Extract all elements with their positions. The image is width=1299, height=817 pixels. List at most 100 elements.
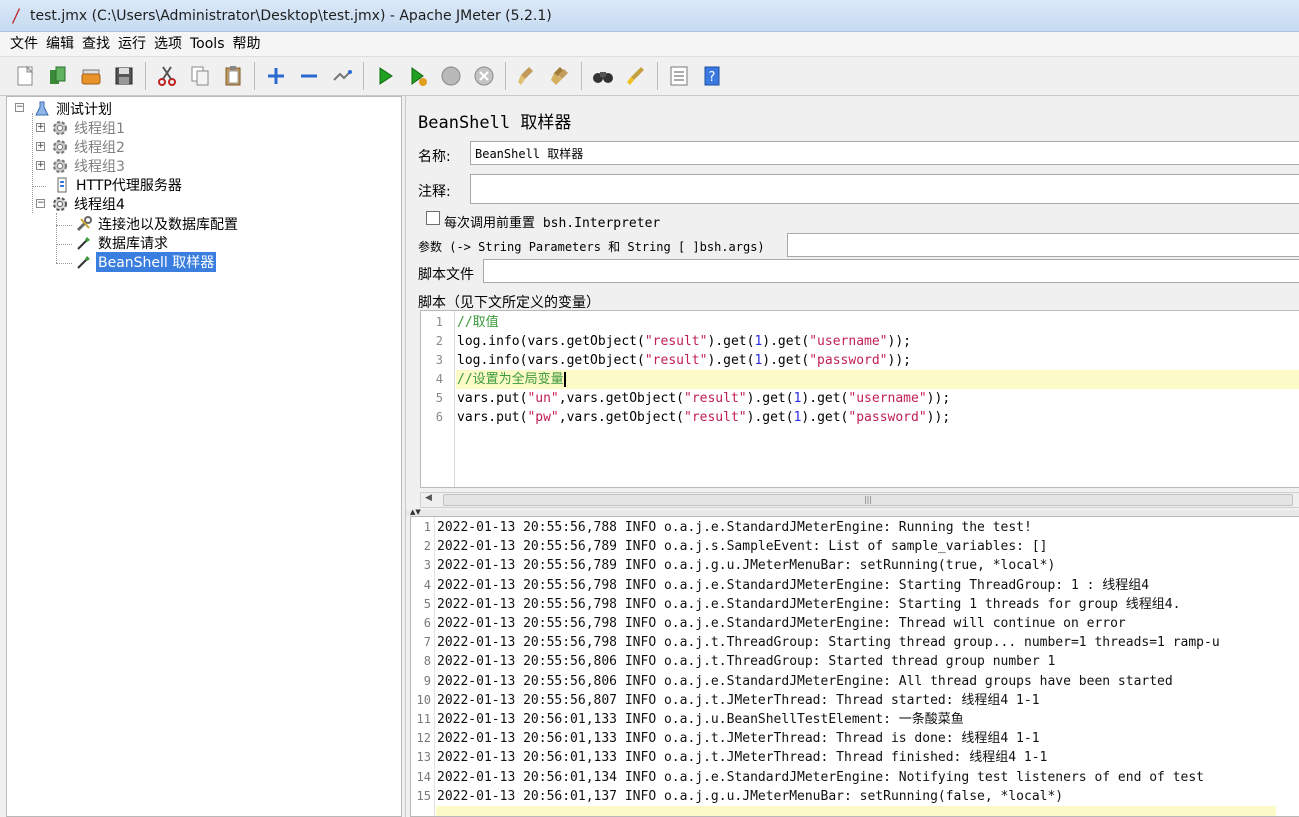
code-token: ,vars.getObject( <box>558 410 684 425</box>
menu-help[interactable]: 帮助 <box>229 32 265 56</box>
tree-node-root[interactable]: 测试计划 <box>33 99 114 118</box>
stop-icon[interactable] <box>436 60 466 92</box>
menu-run[interactable]: 运行 <box>114 32 150 56</box>
reset-search-icon[interactable] <box>621 60 651 92</box>
menu-tools[interactable]: Tools <box>186 32 229 56</box>
search-icon[interactable] <box>588 60 618 92</box>
parameters-field[interactable] <box>787 233 1299 257</box>
paste-icon[interactable] <box>218 60 248 92</box>
log-line[interactable]: 2022-01-13 20:56:01,134 INFO o.a.j.e.Sta… <box>437 768 1204 787</box>
tree-node-jdbc-request[interactable]: 数据库请求 <box>75 233 170 252</box>
code-token: ).get( <box>746 391 794 406</box>
log-line[interactable]: 2022-01-13 20:55:56,789 INFO o.a.j.g.u.J… <box>437 556 1055 575</box>
menu-options[interactable]: 选项 <box>150 32 186 56</box>
tree-node-thread-group-4[interactable]: 线程组4 <box>51 194 127 213</box>
log-line[interactable]: 2022-01-13 20:55:56,807 INFO o.a.j.t.JMe… <box>437 691 1040 710</box>
toggle-icon[interactable] <box>327 60 357 92</box>
scrollbar-thumb[interactable]: ||| <box>443 494 1293 506</box>
code-token: "password" <box>809 353 888 368</box>
code-line[interactable]: //设置为全局变量 <box>457 370 566 389</box>
log-viewer[interactable]: 1 2 3 4 5 6 7 8 9 10 11 12 13 14 15 2022-01-13 20:55:5… <box>410 516 1299 817</box>
toolbar-separator <box>254 62 255 90</box>
log-line-number: 8 <box>423 654 431 669</box>
gear-icon <box>53 196 67 211</box>
log-line[interactable]: 2022-01-13 20:55:56,806 INFO o.a.j.t.Thr… <box>437 652 1055 671</box>
test-plan-tree[interactable]: − 测试计划 + 线程组1 + 线程组2 + 线程组3 HTTP代理服务器 − <box>6 96 402 817</box>
name-field[interactable]: BeanShell 取样器 <box>470 141 1299 165</box>
code-line[interactable]: vars.put("un",vars.getObject("result").g… <box>457 389 950 408</box>
reset-interpreter-checkbox[interactable] <box>426 211 440 225</box>
log-line[interactable]: 2022-01-13 20:56:01,137 INFO o.a.j.g.u.J… <box>437 787 1063 806</box>
sampler-panel: BeanShell 取样器 名称: BeanShell 取样器 注释: 每次调用… <box>405 96 1299 817</box>
log-line[interactable]: 2022-01-13 20:56:01,133 INFO o.a.j.t.JMe… <box>437 729 1040 748</box>
tree-expander[interactable]: + <box>36 123 45 132</box>
script-file-field[interactable] <box>483 259 1299 283</box>
tree-line <box>32 113 33 213</box>
comment-field[interactable] <box>470 174 1299 204</box>
code-token: ).get( <box>801 410 849 425</box>
start-icon[interactable] <box>370 60 400 92</box>
tree-expander[interactable]: − <box>36 199 45 208</box>
code-token: ).get( <box>762 334 810 349</box>
pipette-icon <box>77 236 90 250</box>
tree-node-thread-group-3[interactable]: 线程组3 <box>51 156 127 175</box>
code-line[interactable]: //取值 <box>457 313 499 332</box>
scroll-left-icon[interactable]: ◀ <box>425 493 432 503</box>
menu-file[interactable]: 文件 <box>6 32 42 56</box>
log-line-number: 3 <box>423 558 431 573</box>
tree-node-beanshell-sampler[interactable]: BeanShell 取样器 <box>75 251 217 272</box>
code-line[interactable]: log.info(vars.getObject("result").get(1)… <box>457 332 911 351</box>
toolbar-separator <box>145 62 146 90</box>
clear-icon[interactable] <box>512 60 542 92</box>
code-line[interactable]: vars.put("pw",vars.getObject("result").g… <box>457 408 950 427</box>
code-token: ).get( <box>707 353 755 368</box>
cut-icon[interactable] <box>152 60 182 92</box>
toolbar-separator <box>363 62 364 90</box>
tree-expander[interactable]: + <box>36 161 45 170</box>
tree-node-http-proxy[interactable]: HTTP代理服务器 <box>53 175 184 194</box>
log-line[interactable]: 2022-01-13 20:55:56,789 INFO o.a.j.s.Sam… <box>437 537 1047 556</box>
line-number: 5 <box>435 391 443 405</box>
gear-icon <box>53 120 67 135</box>
log-line[interactable]: 2022-01-13 20:56:01,133 INFO o.a.j.u.Bea… <box>437 710 964 729</box>
tree-expander[interactable]: − <box>15 103 24 112</box>
collapse-icon[interactable] <box>294 60 324 92</box>
function-helper-icon[interactable] <box>664 60 694 92</box>
log-line[interactable]: 2022-01-13 20:55:56,788 INFO o.a.j.e.Sta… <box>437 518 1032 537</box>
log-line[interactable]: 2022-01-13 20:56:01,133 INFO o.a.j.t.JMe… <box>437 748 1047 767</box>
expand-icon[interactable] <box>261 60 291 92</box>
clear-all-icon[interactable] <box>545 60 575 92</box>
text-caret <box>563 372 566 387</box>
code-line[interactable]: log.info(vars.getObject("result").get(1)… <box>457 351 911 370</box>
code-token: ).get( <box>762 353 810 368</box>
splitter-arrows-icon[interactable]: ▲▼ <box>410 508 421 516</box>
log-line[interactable]: 2022-01-13 20:55:56,798 INFO o.a.j.e.Sta… <box>437 576 1149 595</box>
log-line[interactable]: 2022-01-13 20:55:56,798 INFO o.a.j.e.Sta… <box>437 614 1126 633</box>
code-token: "result" <box>684 391 747 406</box>
log-line[interactable]: 2022-01-13 20:55:56,806 INFO o.a.j.e.Sta… <box>437 672 1173 691</box>
tree-label: 线程组4 <box>74 196 125 213</box>
log-line[interactable]: 2022-01-13 20:55:56,798 INFO o.a.j.t.Thr… <box>437 633 1220 652</box>
tree-line <box>32 186 46 187</box>
code-token: ).get( <box>801 391 849 406</box>
shutdown-icon[interactable] <box>469 60 499 92</box>
copy-icon[interactable] <box>185 60 215 92</box>
tree-node-jdbc-config[interactable]: 连接池以及数据库配置 <box>75 214 240 233</box>
menu-edit[interactable]: 编辑 <box>42 32 78 56</box>
log-line[interactable]: 2022-01-13 20:55:56,798 INFO o.a.j.e.Sta… <box>437 595 1180 614</box>
tree-node-thread-group-2[interactable]: 线程组2 <box>51 137 127 156</box>
save-icon[interactable] <box>109 60 139 92</box>
start-no-pause-icon[interactable] <box>403 60 433 92</box>
tree-node-thread-group-1[interactable]: 线程组1 <box>51 118 127 137</box>
code-token: "result" <box>684 410 747 425</box>
script-editor[interactable]: 123456 //取值 log.info(vars.getObject("resu… <box>420 310 1299 488</box>
new-icon[interactable] <box>10 60 40 92</box>
tree-expander[interactable]: + <box>36 142 45 151</box>
open-icon[interactable] <box>76 60 106 92</box>
code-token: //取值 <box>457 315 499 330</box>
editor-horizontal-scrollbar[interactable]: ◀ ||| <box>420 492 1299 508</box>
menu-search[interactable]: 查找 <box>78 32 114 56</box>
help-icon[interactable]: ? <box>697 60 727 92</box>
reset-interpreter-label: 每次调用前重置 bsh.Interpreter <box>444 216 661 231</box>
templates-icon[interactable] <box>43 60 73 92</box>
